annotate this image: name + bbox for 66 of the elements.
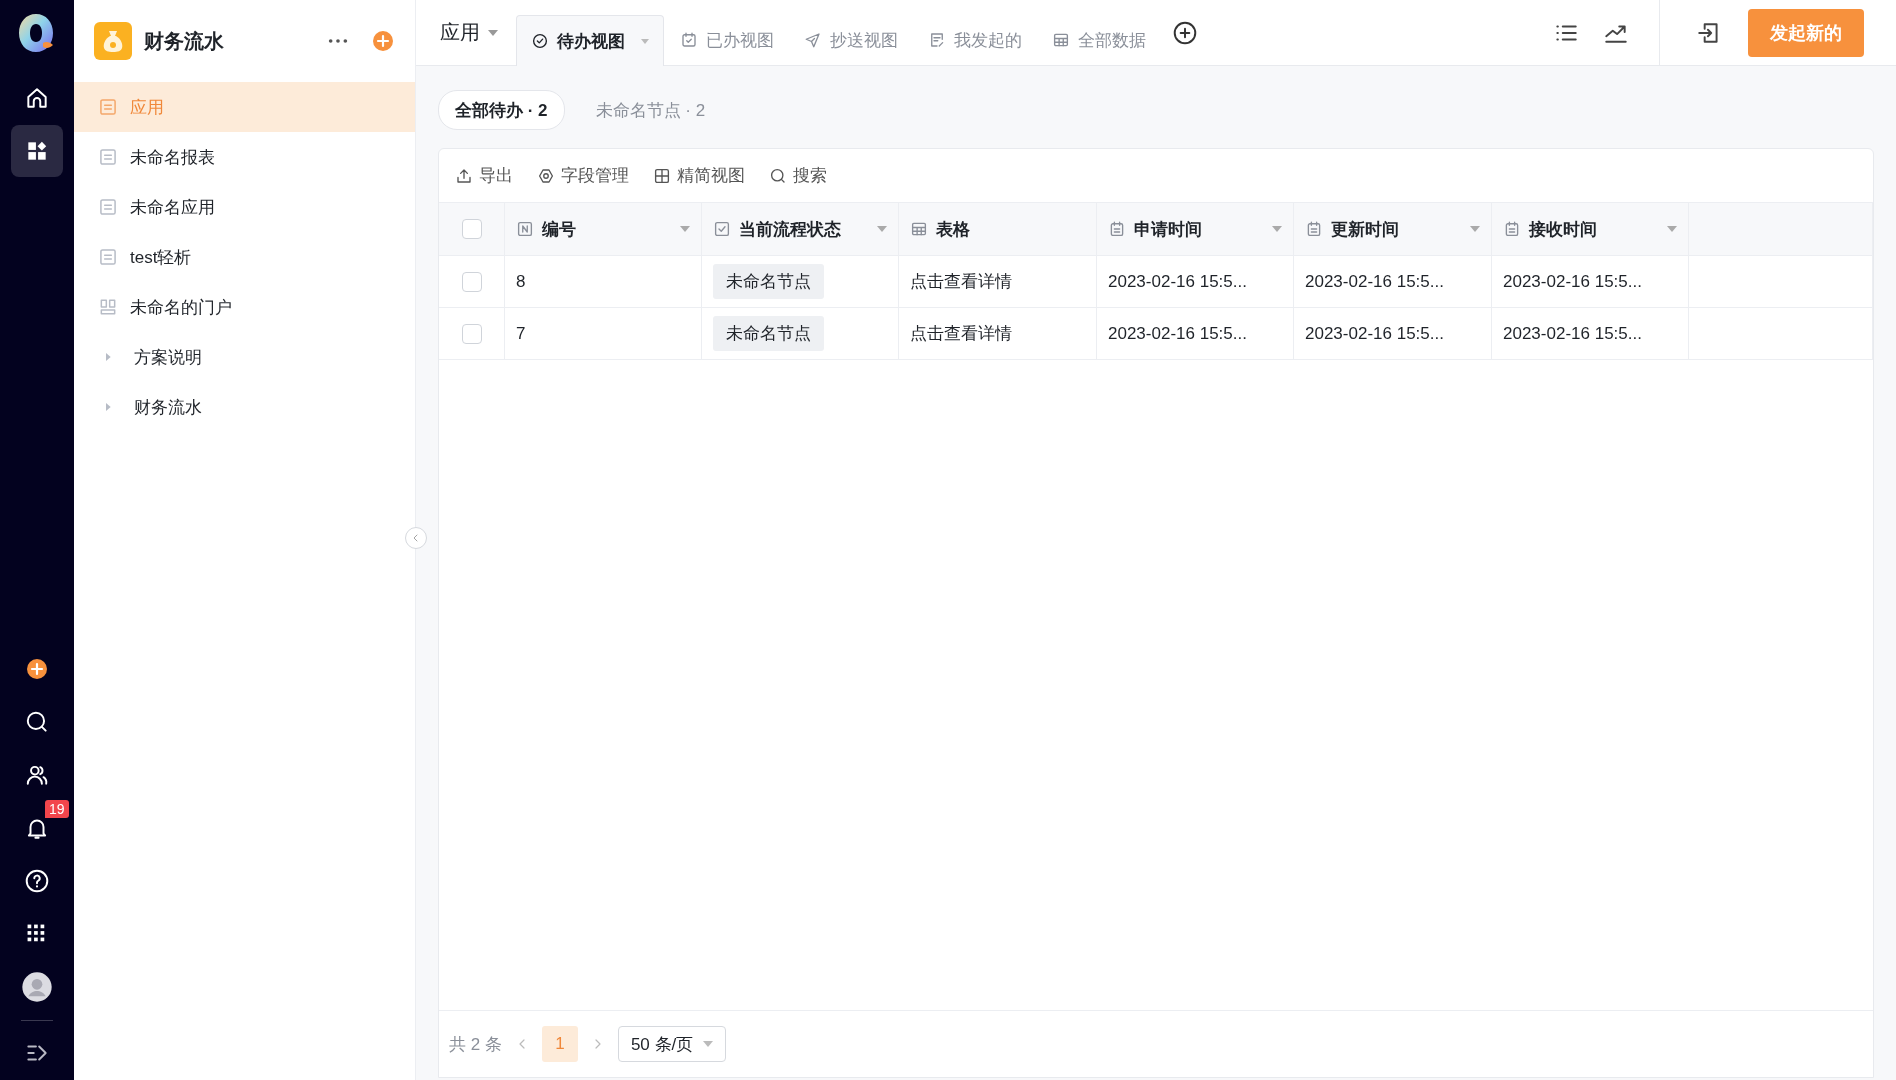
details-link[interactable]: 点击查看详情	[910, 322, 1012, 345]
app-menu[interactable]: 应用	[440, 19, 498, 46]
sidebar-item[interactable]: 未命名应用	[74, 182, 415, 232]
table-cell: 2023-02-16 15:5...	[1108, 271, 1247, 292]
hexagon-icon	[537, 166, 555, 185]
document-icon	[98, 197, 118, 217]
column-header[interactable]: 接收时间	[1492, 203, 1689, 256]
table-cell: 2023-02-16 15:5...	[1305, 323, 1444, 344]
notification-badge: 19	[45, 800, 69, 818]
search-icon	[769, 166, 787, 185]
total-count: 共 2 条	[449, 1033, 502, 1056]
layout-icon	[98, 297, 118, 317]
plus-icon[interactable]	[25, 657, 49, 681]
number-icon	[516, 220, 534, 238]
status-tag: 未命名节点	[713, 264, 824, 299]
table-icon	[1052, 31, 1070, 49]
home-icon	[24, 85, 50, 111]
table-cell: 2023-02-16 15:5...	[1305, 271, 1444, 292]
table-cell: 2023-02-16 15:5...	[1503, 271, 1642, 292]
table-cell: 8	[516, 271, 526, 292]
filter-tab[interactable]: 全部待办 · 2	[438, 90, 565, 130]
send-icon	[804, 31, 822, 49]
calendar-icon	[1108, 220, 1126, 238]
table-cell: 7	[516, 323, 526, 344]
calendar-icon	[1305, 220, 1323, 238]
document-icon	[98, 147, 118, 167]
document-icon	[98, 97, 118, 117]
money-bag-icon	[94, 22, 132, 60]
column-header[interactable]: 表格	[899, 203, 1097, 256]
view-tab[interactable]: 待办视图	[516, 15, 664, 66]
page-size-select[interactable]: 50 条/页	[617, 1026, 727, 1062]
sidebar-item[interactable]: test轻析	[74, 232, 415, 282]
sidebar-item[interactable]: 未命名的门户	[74, 282, 415, 332]
sidebar-item[interactable]: 方案说明	[74, 332, 415, 382]
row-checkbox[interactable]	[461, 323, 482, 344]
toolbar-button[interactable]: 精简视图	[653, 164, 745, 187]
search-icon[interactable]	[24, 709, 50, 735]
column-header[interactable]: 申请时间	[1097, 203, 1294, 256]
form-icon	[928, 31, 946, 49]
checkbox-icon	[713, 220, 731, 238]
document-icon	[98, 247, 118, 267]
toolbar-button[interactable]: 导出	[455, 164, 513, 187]
app-title: 财务流水	[144, 28, 225, 54]
calendar-check-icon	[680, 31, 698, 49]
toolbar-button[interactable]: 字段管理	[537, 164, 629, 187]
grid-square-icon	[653, 166, 671, 185]
table-cell: 2023-02-16 15:5...	[1503, 323, 1642, 344]
toolbar-button[interactable]: 搜索	[769, 164, 827, 187]
table-icon	[910, 220, 928, 238]
column-header[interactable]: 编号	[505, 203, 702, 256]
check-circle-icon	[531, 32, 549, 50]
sidebar-item[interactable]: 未命名报表	[74, 132, 415, 182]
row-checkbox[interactable]	[461, 271, 482, 292]
upload-icon	[455, 166, 473, 185]
avatar-icon[interactable]	[21, 971, 53, 1003]
column-header[interactable]: 当前流程状态	[702, 203, 899, 256]
table-cell: 2023-02-16 15:5...	[1108, 323, 1247, 344]
select-all-checkbox[interactable]	[461, 219, 482, 239]
status-tag: 未命名节点	[713, 316, 824, 351]
calendar-icon	[1503, 220, 1521, 238]
add-tab-icon[interactable]	[1172, 19, 1198, 46]
details-link[interactable]: 点击查看详情	[910, 270, 1012, 293]
column-header[interactable]: 更新时间	[1294, 203, 1492, 256]
rail-button[interactable]	[11, 125, 63, 177]
sidebar-item[interactable]: 财务流水	[74, 382, 415, 432]
help-icon[interactable]	[24, 868, 50, 894]
